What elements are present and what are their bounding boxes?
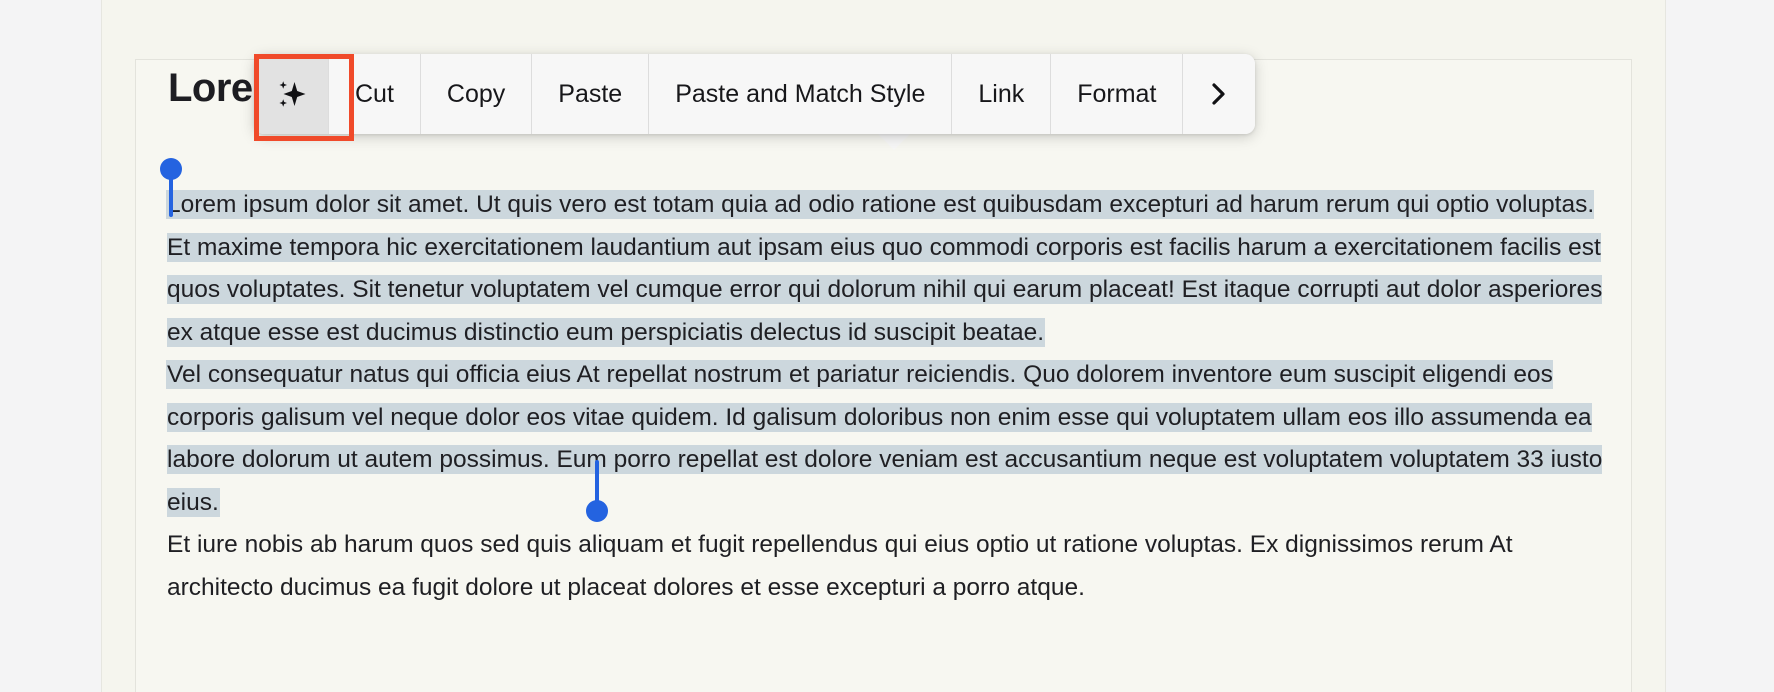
context-menu-item-copy[interactable]: Copy — [420, 54, 533, 134]
sparkle-icon — [279, 81, 306, 107]
selection-start-handle[interactable] — [160, 158, 186, 218]
selected-text-run-2: Vel consequatur natus qui officia eius A… — [167, 361, 1603, 516]
context-menu-item-cut[interactable]: Cut — [329, 54, 421, 134]
paragraph-selected-1[interactable]: Lorem ipsum dolor sit amet. Ut quis vero… — [167, 184, 1619, 354]
paragraph-unselected[interactable]: Et iure nobis ab harum quos sed quis ali… — [167, 524, 1619, 609]
selected-text-run-1: Lorem ipsum dolor sit amet. Ut quis vero… — [167, 191, 1603, 346]
context-menu-item-link[interactable]: Link — [952, 54, 1052, 134]
paragraph-selected-2[interactable]: Vel consequatur natus qui officia eius A… — [167, 354, 1619, 524]
context-menu-item-more[interactable] — [1183, 54, 1256, 134]
context-menu-item-paste[interactable]: Paste — [532, 54, 650, 134]
selection-end-handle[interactable] — [586, 460, 612, 522]
context-menu-pointer — [877, 133, 911, 150]
context-menu-item-ai-writing-tools[interactable] — [254, 54, 329, 134]
document-body[interactable]: Lorem ipsum dolor sit amet. Ut quis vero… — [167, 184, 1619, 609]
chevron-right-icon — [1212, 83, 1226, 105]
selection-end-knob[interactable] — [586, 500, 608, 522]
screen: Lorem Lorem ipsum dolor sit amet. Ut qui… — [0, 0, 1774, 692]
context-menu-item-format[interactable]: Format — [1051, 54, 1184, 134]
context-menu-item-paste-and-match-style[interactable]: Paste and Match Style — [649, 54, 953, 134]
selection-start-bar — [169, 169, 173, 217]
context-menu-toolbar[interactable]: Cut Copy Paste Paste and Match Style Lin… — [254, 54, 1256, 134]
